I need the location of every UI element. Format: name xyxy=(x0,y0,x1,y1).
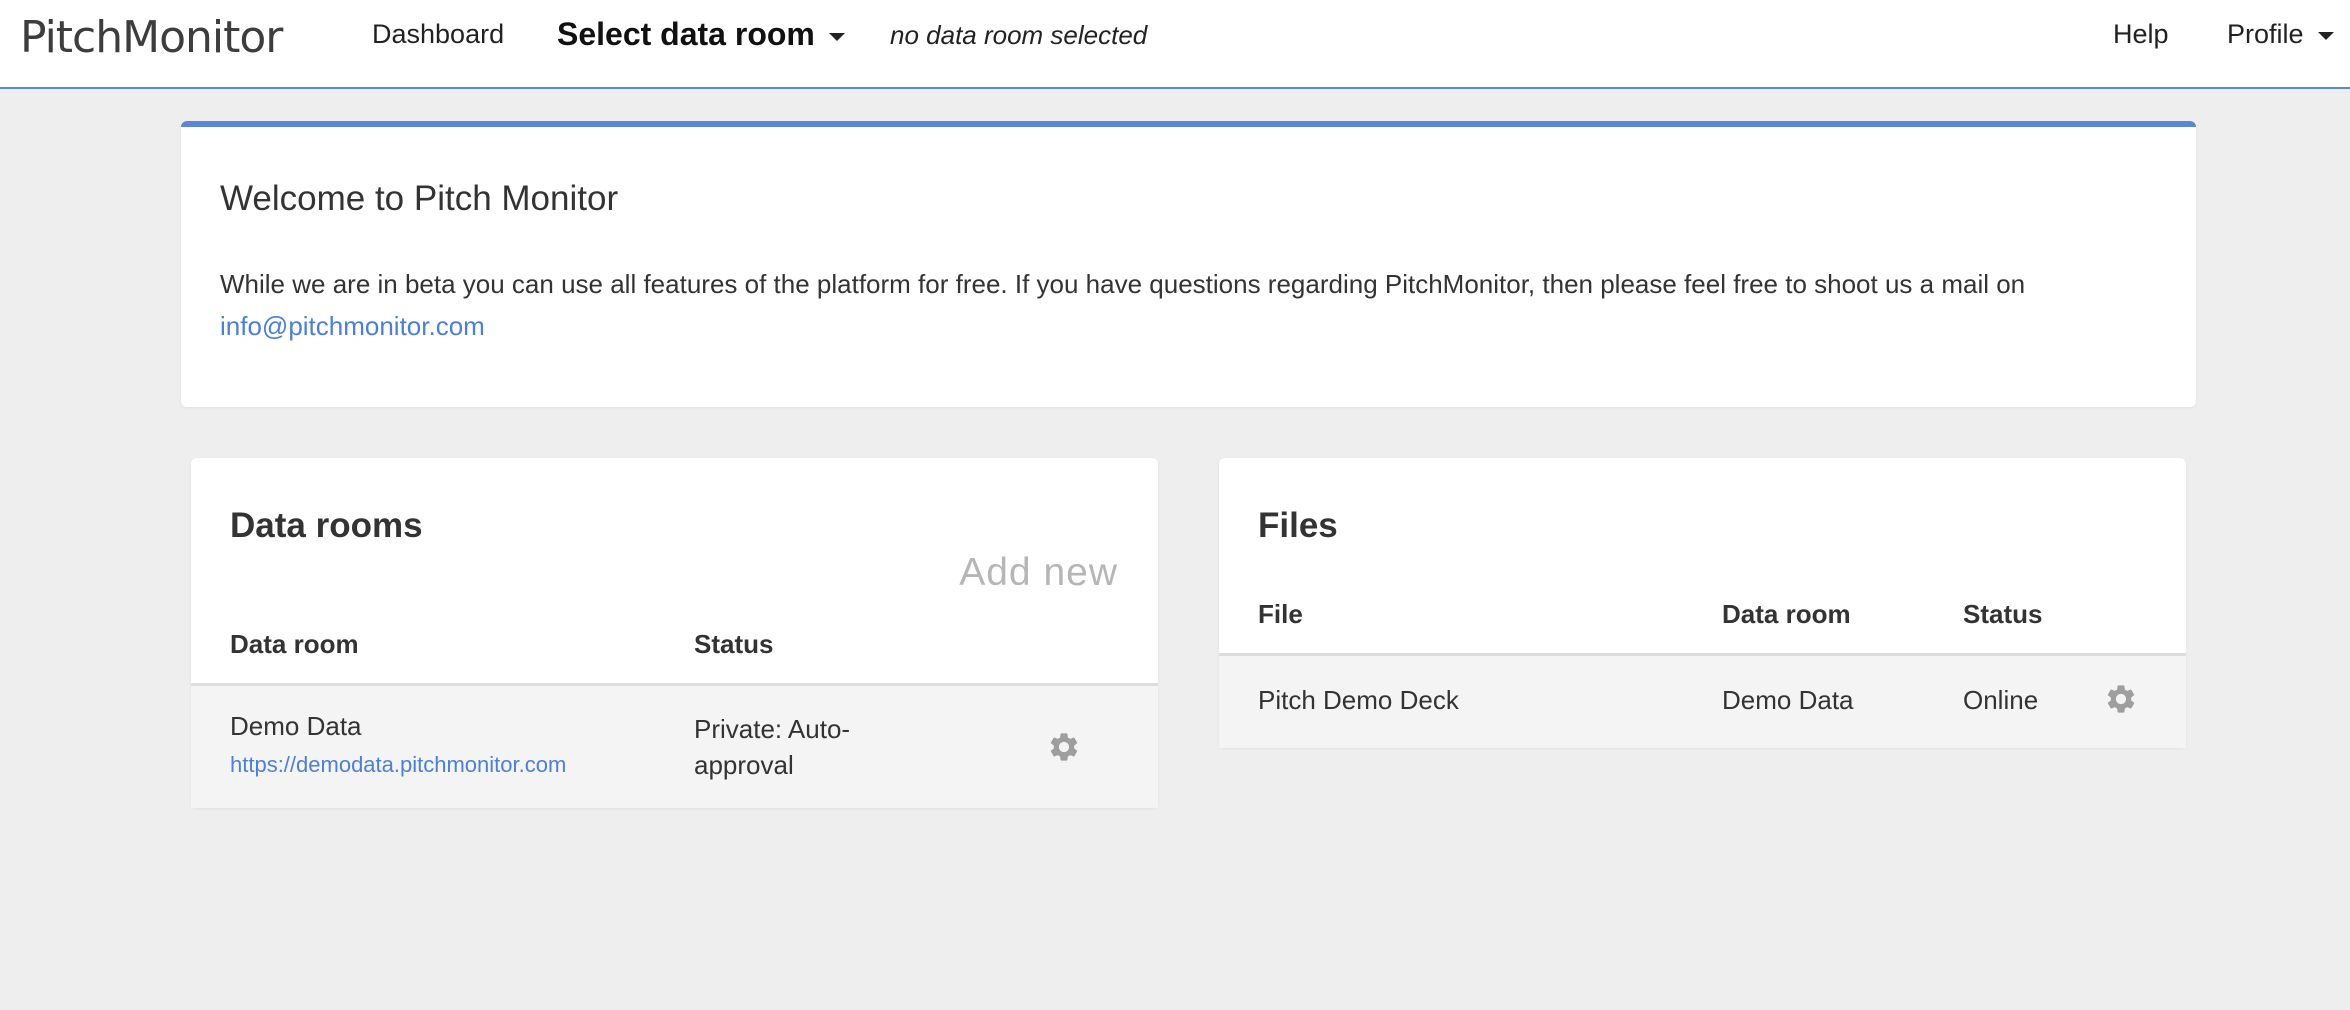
data-rooms-panel: Data rooms Add new Data room Status Demo… xyxy=(191,458,1158,808)
add-new-data-room-button[interactable]: Add new xyxy=(959,551,1118,595)
column-header-data-room: Data room xyxy=(230,629,359,659)
gear-icon[interactable] xyxy=(2104,682,2138,716)
selected-room-indicator: no data room selected xyxy=(890,20,1148,50)
column-header-status: Status xyxy=(694,629,774,659)
file-row[interactable]: Pitch Demo Deck Demo Data Online xyxy=(1219,656,2186,748)
contact-email-link[interactable]: info@pitchmonitor.com xyxy=(220,311,485,341)
column-header-status: Status xyxy=(1963,599,2043,629)
file-data-room: Demo Data xyxy=(1722,685,1854,715)
select-data-room-label: Select data room xyxy=(557,16,815,52)
welcome-text: While we are in beta you can use all fea… xyxy=(220,269,2026,299)
data-room-row[interactable]: Demo Data https://demodata.pitchmonitor.… xyxy=(191,686,1158,808)
welcome-panel: Welcome to Pitch Monitor While we are in… xyxy=(181,121,2196,407)
select-data-room-dropdown[interactable]: Select data room xyxy=(557,16,845,53)
file-name: Pitch Demo Deck xyxy=(1258,685,1459,715)
top-navbar: PitchMonitor Dashboard Select data room … xyxy=(0,0,2350,89)
chevron-down-icon xyxy=(2317,31,2334,40)
files-title: Files xyxy=(1258,506,1338,545)
nav-dashboard-link[interactable]: Dashboard xyxy=(372,19,504,50)
welcome-title: Welcome to Pitch Monitor xyxy=(220,179,619,218)
column-header-file: File xyxy=(1258,599,1303,629)
app-logo[interactable]: PitchMonitor xyxy=(20,12,283,63)
profile-label: Profile xyxy=(2227,19,2304,49)
data-rooms-title: Data rooms xyxy=(230,506,423,545)
data-room-status-line2: approval xyxy=(694,750,794,780)
file-status: Online xyxy=(1963,685,2039,715)
profile-dropdown[interactable]: Profile xyxy=(2227,19,2334,50)
data-room-url-link[interactable]: https://demodata.pitchmonitor.com xyxy=(230,752,566,778)
nav-help-link[interactable]: Help xyxy=(2113,19,2169,50)
data-room-status-line1: Private: Auto- xyxy=(694,714,851,744)
column-header-data-room: Data room xyxy=(1722,599,1851,629)
gear-icon[interactable] xyxy=(1047,730,1081,764)
files-panel: Files File Data room Status Pitch Demo D… xyxy=(1219,458,2186,748)
data-room-status: Private: Auto- approval xyxy=(694,711,850,783)
chevron-down-icon xyxy=(828,32,845,41)
data-room-name: Demo Data xyxy=(230,711,362,741)
welcome-message: While we are in beta you can use all fea… xyxy=(220,263,2140,347)
